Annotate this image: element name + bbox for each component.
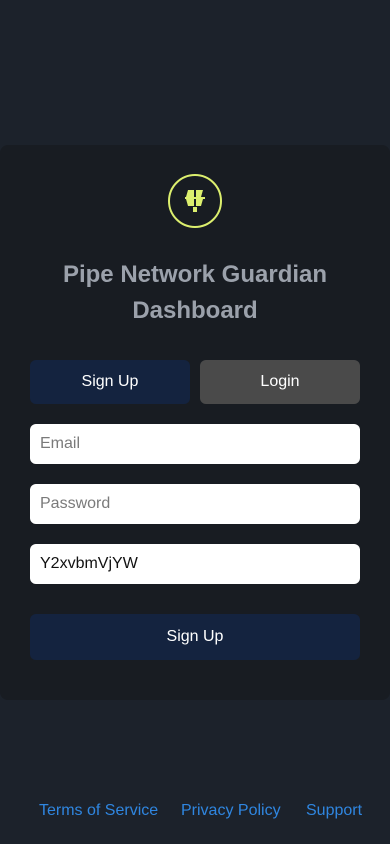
support-link[interactable]: Support [306,800,362,822]
privacy-policy-link[interactable]: Privacy Policy [181,800,281,822]
referral-code-field[interactable] [30,544,360,584]
auth-screen: Pipe Network Guardian Dashboard Sign Up … [0,0,390,844]
page-title: Pipe Network Guardian Dashboard [62,261,328,324]
terms-of-service-link[interactable]: Terms of Service [39,800,158,822]
footer-links: Terms of Service Privacy Policy Support [0,800,390,822]
email-field[interactable] [30,424,360,464]
sign-up-button[interactable]: Sign Up [30,614,360,660]
logo-glyph-icon [185,190,205,212]
auth-card: Pipe Network Guardian Dashboard Sign Up … [0,145,390,700]
pipe-network-logo-icon [168,174,222,228]
tab-sign-up[interactable]: Sign Up [30,360,190,404]
auth-tabs: Sign Up Login [30,360,360,404]
password-field[interactable] [30,484,360,524]
tab-login[interactable]: Login [200,360,360,404]
